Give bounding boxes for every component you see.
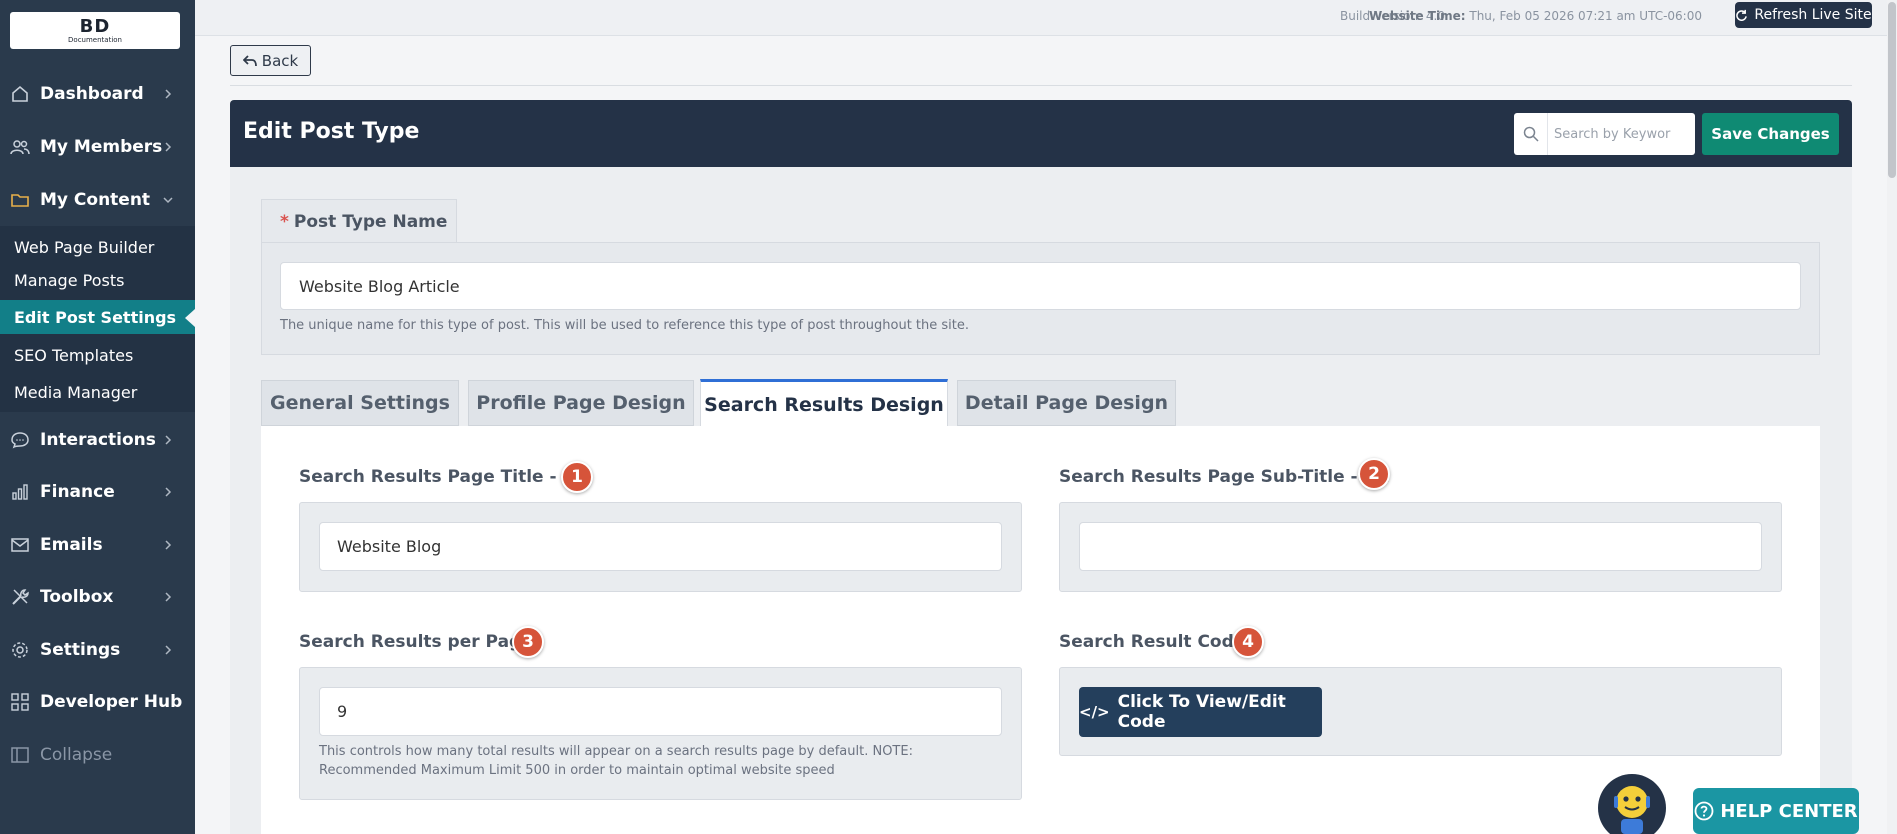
submenu-item-label: Edit Post Settings — [14, 307, 177, 327]
tab-profile-page-design[interactable]: Profile Page Design — [468, 380, 694, 426]
sidebar-item-label: Developer Hub — [40, 692, 183, 712]
email-icon — [9, 534, 31, 556]
sidebar-item-label: Toolbox — [40, 587, 114, 607]
tools-icon — [9, 586, 31, 608]
sidebar-item-label: Emails — [40, 535, 103, 555]
submenu-item-manage-posts[interactable]: Manage Posts — [0, 263, 195, 297]
chevron-right-icon — [165, 645, 172, 655]
home-icon — [9, 83, 31, 105]
sidebar-item-settings[interactable]: Settings — [0, 628, 195, 672]
top-bar: Build Version: 4.0 Website Time: Thu, Fe… — [195, 0, 1897, 36]
page-title: Edit Post Type — [243, 119, 420, 144]
sidebar-item-toolbox[interactable]: Toolbox — [0, 575, 195, 619]
view-edit-code-button[interactable]: </> Click To View/Edit Code — [1079, 687, 1322, 737]
search-input[interactable] — [1548, 126, 1688, 142]
website-time: Website Time: Thu, Feb 05 2026 07:21 am … — [1369, 9, 1702, 23]
post-type-name-help: The unique name for this type of post. T… — [280, 318, 969, 333]
sidebar-item-interactions[interactable]: Interactions — [0, 418, 195, 462]
sidebar-item-label: Dashboard — [40, 84, 144, 104]
chevron-right-icon — [165, 592, 172, 602]
help-center-label: HELP CENTER — [1720, 800, 1858, 822]
sidebar-item-label: My Content — [40, 190, 151, 210]
search-icon — [1514, 113, 1548, 155]
grid-icon — [9, 691, 31, 713]
folder-icon — [9, 189, 31, 211]
content-submenu: Web Page Builder Manage Posts Edit Post … — [0, 226, 195, 412]
logo-subtext: Documentation — [68, 35, 122, 44]
submenu-item-media-manager[interactable]: Media Manager — [0, 375, 195, 409]
refresh-label: Refresh Live Site — [1754, 7, 1872, 23]
chevron-right-icon — [165, 540, 172, 550]
step-badge: 4 — [1232, 626, 1264, 658]
sidebar-item-developer-hub[interactable]: Developer Hub — [0, 680, 195, 724]
keyword-search — [1514, 113, 1695, 155]
chat-icon — [9, 429, 31, 451]
title-h1-input[interactable]: Website Blog — [319, 522, 1002, 571]
submenu-item-web-page-builder[interactable]: Web Page Builder — [0, 230, 195, 264]
scrollbar[interactable] — [1887, 0, 1897, 834]
tab-detail-page-design[interactable]: Detail Page Design — [957, 380, 1176, 426]
sidebar-item-dashboard[interactable]: Dashboard — [0, 72, 195, 116]
tab-general-settings[interactable]: General Settings — [261, 380, 459, 426]
subtitle-h2-input[interactable] — [1079, 522, 1762, 571]
post-type-name-header: * Post Type Name — [261, 199, 457, 243]
per-page-help: This controls how many total results wil… — [319, 744, 913, 778]
sidebar-item-label: My Members — [40, 137, 163, 157]
sidebar-item-members[interactable]: My Members — [0, 125, 195, 169]
step-badge: 1 — [561, 461, 593, 493]
chevron-right-icon — [165, 435, 172, 445]
submenu-item-edit-post-settings[interactable]: Edit Post Settings — [0, 300, 195, 334]
bar-chart-icon — [9, 481, 31, 503]
sidebar-item-finance[interactable]: Finance — [0, 470, 195, 514]
active-indicator — [185, 309, 195, 327]
required-marker: * — [280, 211, 289, 232]
scrollbar-thumb[interactable] — [1888, 2, 1896, 178]
logo[interactable]: BD Documentation — [10, 12, 180, 49]
question-circle-icon — [1694, 801, 1714, 821]
logo-text: BD — [79, 15, 111, 37]
per-page-label: Search Results per Page — [299, 632, 533, 652]
chevron-right-icon — [165, 142, 172, 152]
back-label: Back — [261, 51, 299, 70]
tab-search-results-design[interactable]: Search Results Design — [700, 379, 948, 427]
users-icon — [9, 136, 31, 158]
divider — [230, 85, 1852, 86]
code-icon: </> — [1079, 703, 1110, 721]
sidebar: BD Documentation Dashboard My Members My… — [0, 0, 195, 834]
sidebar-item-label: Finance — [40, 482, 115, 502]
sidebar-item-label: Collapse — [40, 745, 113, 765]
post-type-name-label: Post Type Name — [293, 211, 448, 232]
website-time-value: Thu, Feb 05 2026 07:21 am UTC-06:00 — [1469, 9, 1702, 23]
subtitle-h2-label: Search Results Page Sub-Title - H2 — [1059, 467, 1390, 487]
per-page-input[interactable]: 9 — [319, 687, 1002, 736]
chat-bot-avatar[interactable] — [1597, 772, 1667, 834]
chevron-down-icon — [163, 197, 173, 204]
website-time-label: Website Time: — [1368, 9, 1466, 23]
robot-icon — [1598, 774, 1666, 834]
refresh-icon — [1736, 9, 1748, 21]
chevron-right-icon — [165, 487, 172, 497]
step-badge: 2 — [1358, 458, 1390, 490]
step-badge: 3 — [512, 626, 544, 658]
sidebar-item-label: Interactions — [40, 430, 156, 450]
code-button-label: Click To View/Edit Code — [1117, 692, 1286, 732]
gear-icon — [9, 639, 31, 661]
reply-arrow-icon — [242, 54, 257, 66]
edit-header: Edit Post Type Save Changes — [230, 100, 1852, 167]
submenu-item-seo-templates[interactable]: SEO Templates — [0, 338, 195, 372]
sidebar-icon — [9, 744, 31, 766]
post-type-name-input[interactable]: Website Blog Article — [280, 262, 1801, 310]
refresh-live-site-button[interactable]: Refresh Live Site — [1735, 2, 1872, 28]
result-code-label: Search Result Code — [1059, 632, 1246, 652]
save-changes-button[interactable]: Save Changes — [1702, 113, 1839, 155]
sidebar-collapse[interactable]: Collapse — [0, 733, 195, 777]
sidebar-item-label: Settings — [40, 640, 121, 660]
title-h1-label: Search Results Page Title - H1 — [299, 467, 589, 487]
back-button[interactable]: Back — [230, 45, 311, 76]
help-center-button[interactable]: HELP CENTER — [1693, 788, 1859, 834]
chevron-right-icon — [165, 89, 172, 99]
sidebar-item-content[interactable]: My Content — [0, 178, 195, 222]
sidebar-item-emails[interactable]: Emails — [0, 523, 195, 567]
